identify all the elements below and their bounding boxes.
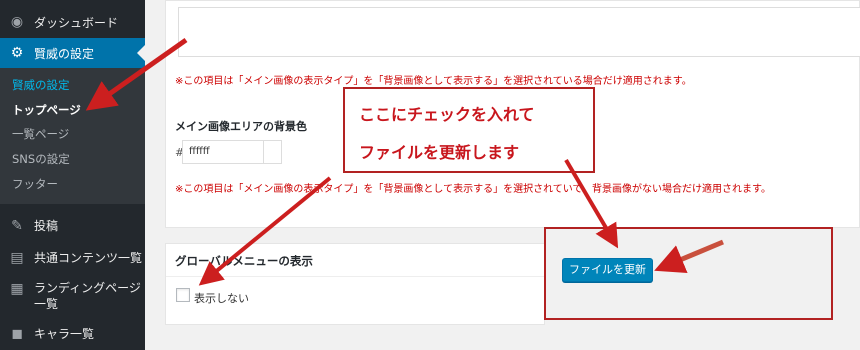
annotation-line-1: ここにチェックを入れて [359, 105, 535, 124]
submenu-item-top-page[interactable]: トップページ [0, 98, 145, 123]
note-bottom: ※この項目は「メイン画像の表示タイプ」を「背景画像として表示する」を選択されてい… [175, 184, 771, 195]
menu-item-settings[interactable]: ⚙ 賢威の設定 [0, 38, 145, 68]
gear-icon: ⚙ [10, 45, 24, 61]
hide-menu-label: 表示しない [194, 292, 249, 305]
menu-item-landing-page[interactable]: ▦ ランディングページ 一覧 [0, 274, 145, 318]
menu-label-character: キャラ一覧 [34, 327, 95, 342]
menu-label-common-content: 共通コンテンツ一覧 [34, 251, 143, 266]
bg-color-input[interactable]: ffffff [182, 140, 282, 164]
annotation-line-2: ファイルを更新します [359, 143, 520, 162]
menu-label-posts: 投稿 [34, 219, 59, 234]
menu-item-common-content[interactable]: ▤ 共通コンテンツ一覧 [0, 242, 145, 274]
speech-bubble-icon: ◼ [11, 325, 23, 342]
menu-item-character[interactable]: ◼ キャラ一覧 [0, 318, 145, 350]
submenu-item-footer[interactable]: フッター [0, 171, 145, 196]
grid-icon: ▦ [10, 280, 24, 297]
bg-color-label: メイン画像エリアの背景色 [175, 120, 307, 133]
annotation-callout: ここにチェックを入れて ファイルを更新します [343, 87, 595, 173]
menu-label-landing-page: ランディングページ 一覧 [34, 280, 141, 312]
update-file-button[interactable]: ファイルを更新 [562, 258, 653, 282]
bg-color-value: ffffff [189, 146, 210, 157]
submenu-item-list-page[interactable]: 一覧ページ [0, 122, 145, 147]
admin-sidebar: ◉ ダッシュボード ⚙ 賢威の設定 賢威の設定 トップページ 一覧ページ SNS… [0, 0, 145, 350]
menu-label-landing-page-line1: ランディングページ [34, 280, 141, 295]
menu-label-dashboard: ダッシュボード [34, 15, 119, 30]
global-menu-title: グローバルメニューの表示 [175, 254, 313, 268]
pin-icon: ✎ [11, 217, 23, 234]
document-icon: ▤ [10, 249, 24, 266]
menu-label-settings: 賢威の設定 [34, 46, 95, 61]
panel-divider [166, 276, 544, 277]
color-swatch[interactable] [263, 141, 281, 163]
submenu-item-sns[interactable]: SNSの設定 [0, 147, 145, 172]
hide-menu-checkbox[interactable] [176, 288, 190, 302]
submenu-item-settings[interactable]: 賢威の設定 [0, 73, 145, 98]
menu-label-landing-page-line2: 一覧 [34, 296, 59, 311]
menu-item-posts[interactable]: ✎ 投稿 [0, 210, 145, 242]
dashboard-icon: ◉ [10, 14, 24, 30]
textarea-field[interactable] [178, 7, 860, 57]
menu-item-dashboard[interactable]: ◉ ダッシュボード [0, 6, 145, 38]
note-top: ※この項目は「メイン画像の表示タイプ」を「背景画像として表示する」を選択されてい… [175, 76, 692, 87]
settings-submenu: 賢威の設定 トップページ 一覧ページ SNSの設定 フッター [0, 68, 145, 204]
